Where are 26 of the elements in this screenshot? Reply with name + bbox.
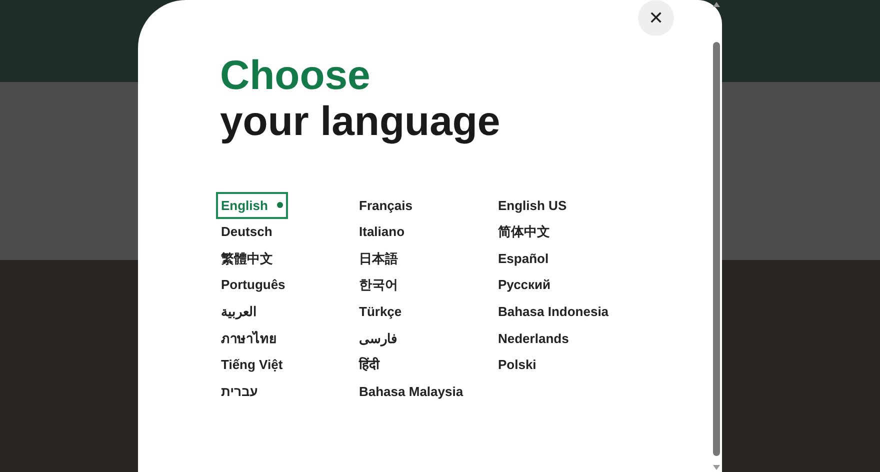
language-option[interactable]: Tiếng Việt [216,351,288,378]
language-option[interactable]: العربية [216,298,262,326]
language-option[interactable]: English US [493,192,572,219]
close-button[interactable]: ✕ [638,0,674,36]
language-option[interactable]: Nederlands [493,324,574,352]
language-option[interactable]: 简体中文 [493,218,555,246]
language-option[interactable]: Bahasa Indonesia [493,298,614,326]
language-option[interactable]: हिंदी [354,351,384,378]
language-option[interactable]: Polski [493,351,542,378]
language-option[interactable]: Deutsch [216,218,278,246]
language-option[interactable]: 한국어 [354,272,403,299]
dialog-title-accent: Choose [220,52,372,98]
language-option[interactable]: Português [216,272,290,299]
language-option[interactable]: Español [493,244,554,272]
language-option[interactable]: Bahasa Malaysia [354,378,468,405]
language-option[interactable]: Italiano [354,218,410,246]
language-option[interactable]: Français [354,192,418,219]
language-option[interactable]: 繁體中文 [216,244,278,272]
language-option[interactable]: Русский [493,272,556,299]
language-option[interactable]: 日本語 [354,244,403,272]
language-option[interactable]: فارسی [354,324,402,352]
language-option[interactable]: Türkçe [354,298,407,326]
dialog-title: your language [220,98,502,144]
language-option[interactable]: עברית [216,378,263,405]
language-option[interactable]: English [216,192,288,219]
language-option[interactable]: ภาษาไทย [216,324,282,352]
